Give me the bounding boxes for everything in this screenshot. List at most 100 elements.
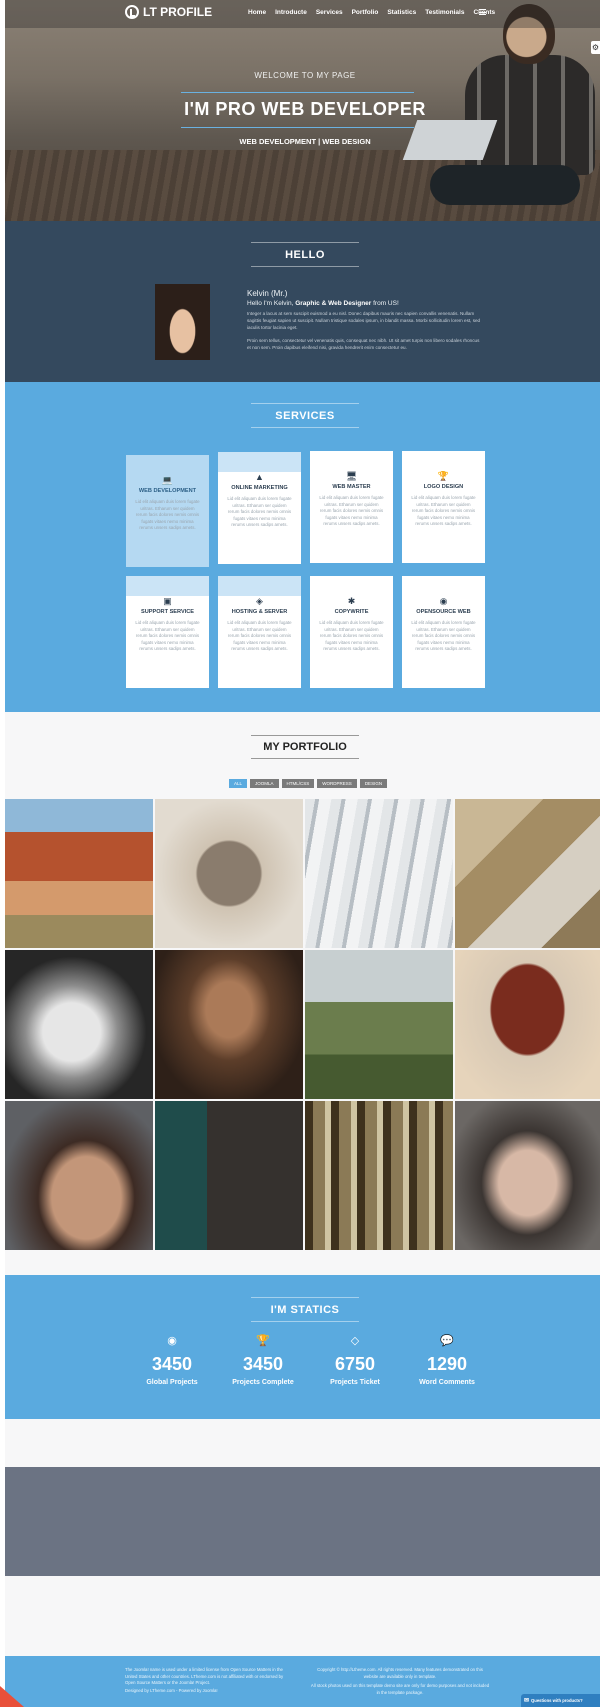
hero-title: I'M PRO WEB DEVELOPER [184, 99, 426, 119]
nav-home[interactable]: Home [248, 9, 266, 16]
testimonials-section [5, 1467, 600, 1576]
footer-copyright: Copyright © http://Ltheme.com. All right… [317, 1667, 483, 1679]
service-title: OPENSOURCE WEB [416, 609, 471, 615]
dropbox-icon: ◈ [256, 596, 263, 606]
hello-title: HELLO [285, 249, 325, 261]
main-nav: Home Introducte Services Portfolio Stati… [248, 9, 495, 16]
footer-stock-note: All stock photos used on this template d… [310, 1683, 490, 1695]
nav-introducte[interactable]: Introducte [275, 9, 307, 16]
service-card-online-marketing[interactable]: ▲ ONLINE MARKETING Lid elit aliquam duis… [218, 452, 301, 564]
stat-projects-complete: 🏆 3450 Projects Complete [217, 1334, 309, 1386]
stat-value: 1290 [426, 1354, 468, 1374]
gear-icon[interactable]: ⚙ [591, 41, 600, 54]
hello-role: Hello I'm Kelvin, Graphic & Web Designer… [247, 300, 482, 307]
filter-html-css[interactable]: HTML/CSS [281, 779, 315, 788]
service-card-opensource-web[interactable]: ◉ OPENSOURCE WEB Lid elit aliquam duis l… [402, 576, 485, 688]
hero-divider-top [181, 92, 414, 93]
hello-paragraph-2: Proin sem tellus, consectetur vel venena… [247, 338, 480, 350]
service-title: HOSTING & SERVER [231, 609, 288, 615]
footer-credit[interactable]: Designed by LTheme.com - Powered by Joom… [125, 1688, 293, 1695]
chat-widget-button[interactable]: Questions with products? [521, 1694, 600, 1707]
service-title: WEB DEVELOPMENT [138, 488, 197, 494]
footer-right: Copyright © http://Ltheme.com. All right… [310, 1667, 490, 1696]
service-card-web-master[interactable]: 🖥 WEB MASTER Lid elit aliquam duis lorem… [310, 451, 393, 563]
service-title: SUPPORT SERVICE [140, 609, 195, 615]
nav-services[interactable]: Services [316, 9, 343, 16]
services-section: SERVICES 💻 WEB DEVELOPMENT Lid elit aliq… [5, 382, 600, 712]
portfolio-item-skull-sketch[interactable] [155, 799, 303, 948]
nav-portfolio[interactable]: Portfolio [352, 9, 379, 16]
service-card-copywrite[interactable]: ✱ COPYWRITE Lid elit aliquam duis lorem … [310, 576, 393, 688]
portfolio-item-woman-dark[interactable] [155, 1101, 303, 1250]
stat-global-projects: ◉ 3450 Global Projects [126, 1334, 218, 1386]
stat-label: Projects Ticket [330, 1379, 380, 1386]
file-icon: ▣ [163, 596, 172, 606]
hello-name: Kelvin (Mr.) [247, 289, 288, 298]
hello-section: HELLO Kelvin (Mr.) Hello I'm Kelvin, Gra… [5, 221, 600, 382]
portfolio-grid [5, 799, 600, 1250]
portfolio-title: MY PORTFOLIO [263, 741, 347, 753]
service-desc: Lid elit aliquam duis lorem fugate uritr… [411, 620, 476, 651]
portfolio-item-canyon[interactable] [5, 799, 153, 948]
filter-joomla[interactable]: JOOMLA [250, 779, 279, 788]
service-desc: Lid elit aliquam duis lorem fugate uritr… [411, 495, 476, 526]
hero-subtitle: WEB DEVELOPMENT | WEB DESIGN [239, 137, 371, 146]
footer-left: The Joomla! name is used under a limited… [125, 1667, 293, 1694]
portfolio-item-wedding-couple[interactable] [305, 950, 453, 1099]
stat-label: Word Comments [419, 1379, 475, 1386]
stat-word-comments: 💬 1290 Word Comments [401, 1334, 493, 1386]
service-desc: Lid elit aliquam duis lorem fugate uritr… [319, 620, 384, 651]
portfolio-item-heart-tree[interactable] [455, 950, 600, 1099]
portfolio-item-forest[interactable] [305, 1101, 453, 1250]
stat-value: 3450 [151, 1354, 193, 1374]
stat-projects-ticket: ◇ 6750 Projects Ticket [309, 1334, 401, 1386]
service-card-support-service[interactable]: ▣ SUPPORT SERVICE Lid elit aliquam duis … [126, 576, 209, 688]
portfolio-item-man-portrait[interactable] [5, 1101, 153, 1250]
site-logo[interactable]: LT PROFILE [125, 5, 212, 19]
service-title: COPYWRITE [334, 609, 369, 615]
services-divider-bottom [251, 427, 359, 428]
hero-section: LT PROFILE Home Introducte Services Port… [5, 0, 600, 221]
asterisk-icon: ✱ [347, 596, 356, 606]
service-card-web-development[interactable]: 💻 WEB DEVELOPMENT Lid elit aliquam duis … [126, 455, 209, 567]
statics-divider-bottom [251, 1321, 359, 1322]
service-title: ONLINE MARKETING [231, 485, 288, 491]
service-desc: Lid elit aliquam duis lorem fugate uritr… [227, 496, 292, 527]
services-title: SERVICES [275, 410, 335, 422]
service-card-hosting-server[interactable]: ◈ HOSTING & SERVER Lid elit aliquam duis… [218, 576, 301, 688]
laptop-icon: 💻 [161, 475, 174, 485]
hello-divider-top [251, 242, 359, 243]
service-desc: Lid elit aliquam duis lorem fugate uritr… [135, 499, 200, 530]
globe-icon: ◉ [167, 1335, 177, 1347]
portfolio-divider-bottom [251, 758, 359, 759]
hamburger-icon[interactable] [479, 9, 486, 15]
services-divider-top [251, 403, 359, 404]
logo-text: LT PROFILE [143, 5, 213, 19]
stat-label: Global Projects [146, 1379, 198, 1386]
nav-testimonials[interactable]: Testimonials [425, 9, 464, 16]
trophy-icon: 🏆 [256, 1335, 270, 1347]
trophy-icon: 🏆 [437, 471, 450, 481]
nav-statistics[interactable]: Statistics [387, 9, 416, 16]
portfolio-item-two-women[interactable] [455, 1101, 600, 1250]
filter-wordpress[interactable]: WORDPRESS [317, 779, 357, 788]
portfolio-item-hand-window[interactable] [305, 799, 453, 948]
portfolio-item-statue[interactable] [5, 950, 153, 1099]
service-desc: Lid elit aliquam duis lorem fugate uritr… [227, 620, 292, 651]
portfolio-item-crane-port[interactable] [455, 799, 600, 948]
filter-design[interactable]: DESIGN [359, 779, 388, 788]
diamond-icon: ◇ [350, 1335, 360, 1347]
hero-divider-bottom [181, 127, 414, 128]
portfolio-item-woman-hat[interactable] [155, 950, 303, 1099]
statics-section: I'M STATICS ◉ 3450 Global Projects 🏆 345… [5, 1275, 600, 1419]
statics-divider-top [251, 1297, 359, 1298]
globe-icon: ◉ [439, 596, 448, 606]
filter-all[interactable]: ALL [229, 779, 248, 788]
service-title: WEB MASTER [332, 484, 371, 490]
hello-paragraph-1: Integer a lacus at sem suscipit euismod … [247, 311, 481, 330]
service-card-logo-design[interactable]: 🏆 LOGO DESIGN Lid elit aliquam duis lore… [402, 451, 485, 563]
top-navbar: LT PROFILE Home Introducte Services Port… [5, 0, 600, 28]
service-desc: Lid elit aliquam duis lorem fugate uritr… [135, 620, 200, 651]
hero-welcome: WELCOME TO MY PAGE [254, 71, 356, 80]
comments-icon: 💬 [440, 1335, 454, 1347]
